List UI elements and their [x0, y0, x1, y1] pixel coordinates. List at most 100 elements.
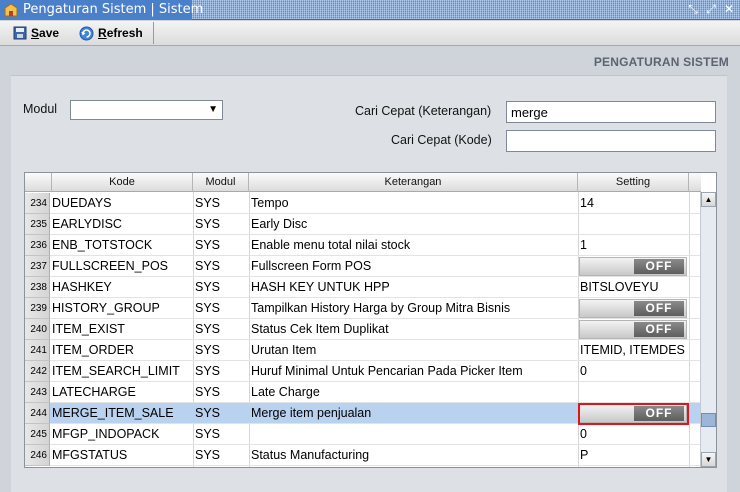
cell-modul[interactable]: SYS — [195, 403, 249, 424]
modul-label: Modul — [23, 102, 58, 116]
cell-keterangan[interactable]: Fullscreen Form POS — [251, 256, 577, 277]
cari-kode-input[interactable] — [506, 130, 716, 152]
save-icon — [13, 26, 27, 40]
cell-kode[interactable]: MERGE_ITEM_SALE — [52, 403, 192, 424]
maximize-icon[interactable]: ⤢ — [704, 2, 718, 16]
cell-keterangan[interactable]: Urutan Item — [251, 340, 577, 361]
cell-modul[interactable]: SYS — [195, 340, 249, 361]
refresh-icon — [79, 26, 94, 40]
cari-keterangan-input[interactable] — [506, 101, 716, 123]
scrollbar-thumb[interactable] — [701, 413, 716, 428]
cell-modul[interactable]: SYS — [195, 193, 249, 214]
cell-modul[interactable]: SYS — [195, 361, 249, 382]
cell-kode[interactable]: HISTORY_GROUP — [52, 298, 192, 319]
cell-kode[interactable]: HASHKEY — [52, 277, 192, 298]
cell-modul[interactable]: SYS — [195, 382, 249, 403]
app-icon — [4, 3, 18, 17]
grid-header: Kode Modul Keterangan Setting — [25, 173, 701, 192]
cell-setting[interactable] — [580, 214, 688, 235]
table-row[interactable]: 236 ENB_TOTSTOCK SYS Enable menu total nila… — [25, 235, 701, 256]
cell-kode[interactable]: FULLSCREEN_POS — [52, 256, 192, 277]
table-row[interactable]: 234 DUEDAYS SYS Tempo 14 — [25, 193, 701, 214]
column-header-keterangan[interactable]: Keterangan — [249, 173, 578, 192]
table-row[interactable]: 242 ITEM_SEARCH_LIMIT SYS Huruf Minimal Unt… — [25, 361, 701, 382]
title-bar: Pengaturan Sistem | Sistem ⤡ ⤢ ✕ — [0, 0, 740, 20]
cari-kode-label: Cari Cepat (Kode) — [391, 133, 492, 147]
cell-setting[interactable]: ITEMID, ITEMDES — [580, 340, 688, 361]
row-number: 239 — [25, 298, 50, 319]
cell-kode[interactable]: ITEM_EXIST — [52, 319, 192, 340]
table-row[interactable]: 244 MERGE_ITEM_SALE SYS Merge item penjuala… — [25, 403, 701, 425]
row-number: 245 — [25, 424, 50, 445]
cell-keterangan[interactable]: Merge item penjualan — [251, 403, 577, 424]
row-number: 240 — [25, 319, 50, 340]
cell-kode[interactable]: DUEDAYS — [52, 193, 192, 214]
table-row[interactable]: 240 ITEM_EXIST SYS Status Cek Item Duplikat… — [25, 319, 701, 340]
table-row[interactable]: 237 FULLSCREEN_POS SYS Fullscreen Form POS O… — [25, 256, 701, 277]
section-title: PENGATURAN SISTEM — [593, 55, 729, 69]
cell-keterangan[interactable]: Tempo — [251, 193, 577, 214]
table-row[interactable]: 245 MFGP_INDOPACK SYS 0 — [25, 424, 701, 445]
setting-toggle[interactable]: OFF — [579, 299, 687, 318]
cell-modul[interactable]: SYS — [195, 298, 249, 319]
cell-keterangan[interactable] — [251, 424, 577, 445]
vertical-scrollbar[interactable]: ▲ ▼ — [700, 192, 716, 467]
table-row[interactable]: 235 EARLYDISC SYS Early Disc — [25, 214, 701, 235]
table-row[interactable]: 238 HASHKEY SYS HASH KEY UNTUK HPP BITSLOVEY… — [25, 277, 701, 298]
row-number: 238 — [25, 277, 50, 298]
cell-kode[interactable]: EARLYDISC — [52, 214, 192, 235]
close-icon[interactable]: ✕ — [722, 2, 736, 16]
cell-setting[interactable]: 0 — [580, 424, 688, 445]
cell-setting[interactable]: BITSLOVEYU — [580, 277, 688, 298]
cell-keterangan[interactable]: Late Charge — [251, 382, 577, 403]
column-header-kode[interactable]: Kode — [52, 173, 193, 192]
row-number: 237 — [25, 256, 50, 277]
scroll-up-icon[interactable]: ▲ — [701, 192, 716, 207]
cell-setting[interactable]: P — [580, 445, 688, 466]
cell-modul[interactable]: SYS — [195, 445, 249, 466]
chevron-down-icon[interactable]: ▼ — [208, 104, 218, 115]
save-button[interactable]: Save — [0, 22, 65, 45]
cell-keterangan[interactable]: Status Cek Item Duplikat — [251, 319, 577, 340]
cell-setting[interactable] — [580, 382, 688, 403]
row-number: 236 — [25, 235, 50, 256]
cell-setting[interactable]: 1 — [580, 235, 688, 256]
cell-kode[interactable]: LATECHARGE — [52, 382, 192, 403]
cell-modul[interactable]: SYS — [195, 256, 249, 277]
setting-toggle[interactable]: OFF — [579, 257, 687, 276]
cell-modul[interactable]: SYS — [195, 277, 249, 298]
cell-kode[interactable]: MFGP_INDOPACK — [52, 424, 192, 445]
refresh-button[interactable]: Refresh — [65, 22, 149, 45]
table-row[interactable]: 246 MFGSTATUS SYS Status Manufacturing P — [25, 445, 701, 466]
cell-kode[interactable]: ITEM_ORDER — [52, 340, 192, 361]
row-number-header — [25, 173, 52, 192]
table-row[interactable]: 239 HISTORY_GROUP SYS Tampilkan History Har… — [25, 298, 701, 319]
cell-modul[interactable]: SYS — [195, 319, 249, 340]
table-row[interactable]: 243 LATECHARGE SYS Late Charge — [25, 382, 701, 403]
restore-icon[interactable]: ⤡ — [686, 2, 700, 16]
column-header-setting[interactable]: Setting — [578, 173, 689, 192]
row-number: 246 — [25, 445, 50, 466]
cell-keterangan[interactable]: Tampilkan History Harga by Group Mitra B… — [251, 298, 577, 319]
cell-setting[interactable]: 14 — [580, 193, 688, 214]
cell-modul[interactable]: SYS — [195, 235, 249, 256]
settings-grid: Kode Modul Keterangan Setting 234 DUEDAYS… — [24, 172, 717, 468]
cell-keterangan[interactable]: Status Manufacturing — [251, 445, 577, 466]
cell-kode[interactable]: MFGSTATUS — [52, 445, 192, 466]
modul-select[interactable]: ▼ — [70, 100, 223, 120]
cell-kode[interactable]: ITEM_SEARCH_LIMIT — [52, 361, 192, 382]
toggle-state-label: OFF — [634, 322, 684, 337]
cell-modul[interactable]: SYS — [195, 214, 249, 235]
cari-keterangan-label: Cari Cepat (Keterangan) — [355, 104, 492, 118]
cell-setting[interactable]: 0 — [580, 361, 688, 382]
cell-keterangan[interactable]: Huruf Minimal Untuk Pencarian Pada Picke… — [251, 361, 577, 382]
scroll-down-icon[interactable]: ▼ — [701, 452, 716, 467]
cell-keterangan[interactable]: Early Disc — [251, 214, 577, 235]
cell-keterangan[interactable]: Enable menu total nilai stock — [251, 235, 577, 256]
setting-toggle[interactable]: OFF — [579, 320, 687, 339]
table-row[interactable]: 241 ITEM_ORDER SYS Urutan Item ITEMID, ITEMD… — [25, 340, 701, 361]
cell-modul[interactable]: SYS — [195, 424, 249, 445]
cell-kode[interactable]: ENB_TOTSTOCK — [52, 235, 192, 256]
cell-keterangan[interactable]: HASH KEY UNTUK HPP — [251, 277, 577, 298]
column-header-modul[interactable]: Modul — [193, 173, 249, 192]
